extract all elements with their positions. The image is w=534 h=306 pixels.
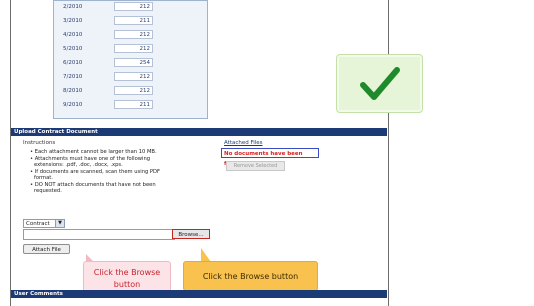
month-cell: 8/2010 <box>63 88 83 94</box>
document-type-value: Contract <box>26 221 50 227</box>
table-row: 2/2010 212 <box>54 1 207 13</box>
month-cell: 5/2010 <box>63 46 83 52</box>
month-cell: 6/2010 <box>63 60 83 66</box>
callout-orange: Click the Browse button <box>183 261 318 291</box>
attached-files-label: Attached Files <box>224 140 263 146</box>
instruction-bullet-cont: format. <box>34 175 53 181</box>
table-row: 5/2010 212 <box>54 43 207 55</box>
browse-button[interactable]: Browse... <box>172 229 210 239</box>
amount-field[interactable]: 212 <box>114 30 153 39</box>
table-row: 8/2010 212 <box>54 85 207 97</box>
table-row: 7/2010 212 <box>54 71 207 83</box>
no-documents-message: No documents have been found. <box>221 148 319 167</box>
amount-field[interactable]: 211 <box>114 16 153 25</box>
file-path-input[interactable] <box>23 229 175 240</box>
upload-section-header: Upload Contract Document <box>11 128 387 136</box>
instruction-bullet-cont: requested. <box>34 188 62 194</box>
amount-field[interactable]: 211 <box>114 100 153 109</box>
amount-field[interactable]: 212 <box>114 2 153 11</box>
payment-table: 2/2010 212 3/2010 211 4/2010 212 5/2010 … <box>53 0 208 119</box>
amount-field[interactable]: 212 <box>114 44 153 53</box>
amount-field[interactable]: 212 <box>114 72 153 81</box>
month-cell: 9/2010 <box>63 102 83 108</box>
instruction-bullet-cont: extensions: .pdf, .doc, .docx, .xps. <box>34 162 123 168</box>
check-icon <box>360 67 400 100</box>
amount-field[interactable]: 254 <box>114 58 153 67</box>
table-row: 4/2010 212 <box>54 29 207 41</box>
month-cell: 7/2010 <box>63 74 83 80</box>
chevron-down-icon: ▼ <box>55 220 64 227</box>
table-row: 3/2010 211 <box>54 15 207 27</box>
callout-tail <box>201 248 211 262</box>
month-cell: 4/2010 <box>63 32 83 38</box>
attach-file-button[interactable]: Attach File <box>23 244 70 254</box>
table-row: 6/2010 254 <box>54 57 207 69</box>
month-cell: 2/2010 <box>63 4 83 10</box>
success-panel <box>336 54 423 113</box>
instructions-label: Instructions <box>23 140 56 146</box>
instruction-bullet: • Each attachment cannot be larger than … <box>30 149 157 155</box>
amount-field[interactable]: 212 <box>114 86 153 95</box>
table-row: 9/2010 211 <box>54 99 207 111</box>
comments-section-header: User Comments <box>11 290 387 298</box>
month-cell: 3/2010 <box>63 18 83 24</box>
remove-selected-button[interactable]: Remove Selected <box>226 161 285 171</box>
document-type-select[interactable]: Contract ▼ <box>23 219 65 228</box>
